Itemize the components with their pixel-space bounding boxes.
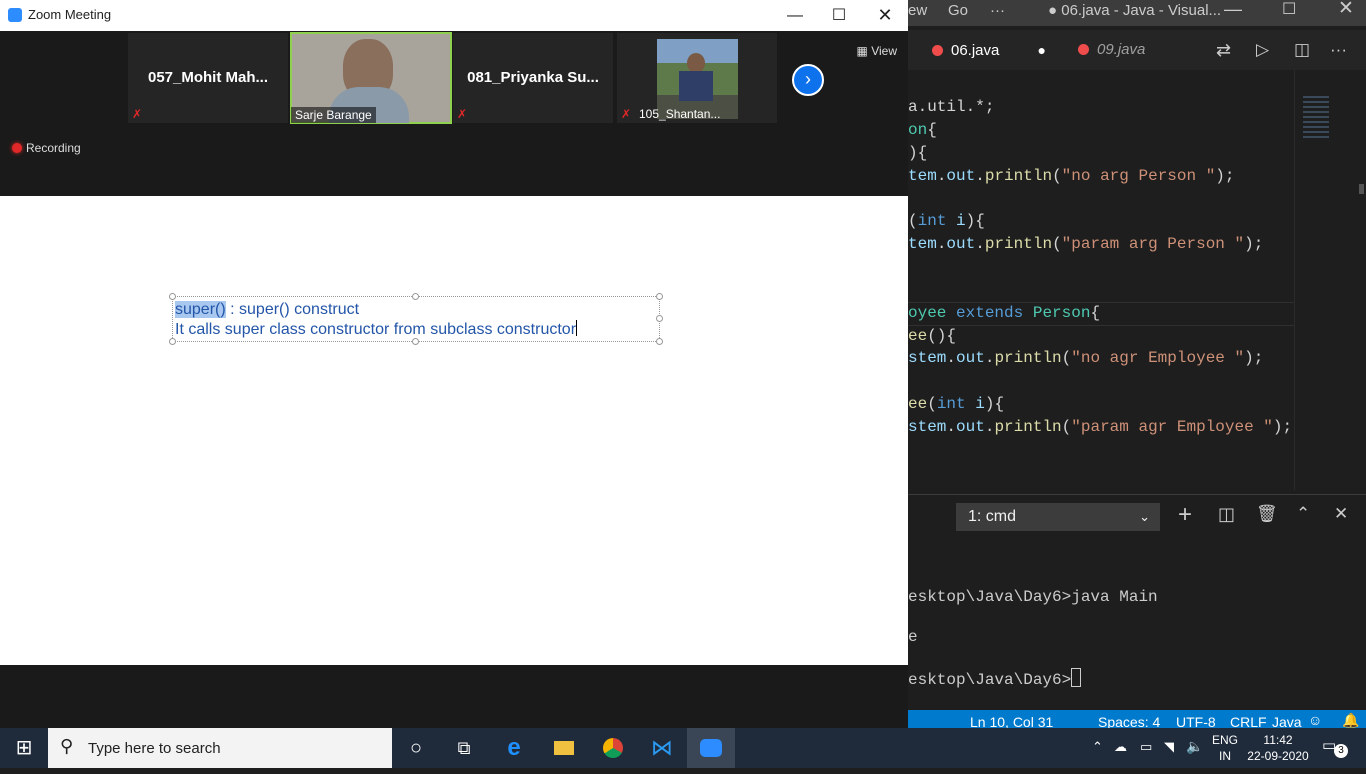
menu-go[interactable]: Go <box>948 2 968 19</box>
windows-taskbar: ⊞ ⚲ Type here to search ○ ⧉ e ⋈ ⌃ ☁ ▭ ◥ … <box>0 728 1366 768</box>
wifi-icon[interactable]: ◥ <box>1164 739 1174 755</box>
vscode-icon[interactable]: ⋈ <box>638 728 686 768</box>
tab-06-java[interactable]: 06.java ● <box>932 30 1046 70</box>
zoom-app-icon[interactable] <box>687 728 735 768</box>
resize-handle[interactable] <box>656 293 663 300</box>
terminal-cursor <box>1071 668 1082 687</box>
notification-count: 3 <box>1334 744 1348 758</box>
active-speaker-tile[interactable]: Sarje Barange <box>290 32 452 124</box>
participant-tile[interactable]: ✗ 105_Shantan... <box>617 33 777 123</box>
volume-icon[interactable]: 🔈 <box>1186 738 1203 755</box>
maximize-button[interactable]: ☐ <box>816 0 862 31</box>
text-cursor <box>576 320 578 336</box>
zoom-window: Zoom Meeting — ☐ ✕ 057_Mohit Mah... ✗ Sa… <box>0 0 908 728</box>
window-title: Zoom Meeting <box>28 7 112 22</box>
java-file-icon <box>1078 44 1089 55</box>
participant-tile[interactable]: 057_Mohit Mah... ✗ <box>128 33 288 123</box>
status-encoding[interactable]: UTF-8 <box>1176 714 1216 728</box>
terminal-line: e <box>908 628 918 646</box>
taskbar-search[interactable]: ⚲ Type here to search <box>48 728 392 768</box>
compare-changes-icon[interactable]: ⇄ <box>1216 30 1231 70</box>
mic-muted-icon: ✗ <box>457 107 468 121</box>
vscode-titlebar: ew Go ··· ● 06.java - Java - Visual... —… <box>908 0 1366 26</box>
zoom-toolbar-area <box>0 665 908 728</box>
editor-tab-bar: 06.java ● 09.java ⇄ ▷ ◫ ··· <box>908 30 1366 70</box>
status-spaces[interactable]: Spaces: 4 <box>1098 714 1160 728</box>
view-button[interactable]: ▦ View <box>845 39 897 63</box>
chevron-down-icon: ⌄ <box>1139 509 1150 524</box>
terminal[interactable]: esktop\Java\Day6>java Main e esktop\Java… <box>908 538 1366 710</box>
status-bar: Ln 10, Col 31 Spaces: 4 UTF-8 CRLF Java … <box>908 710 1366 728</box>
chrome-icon[interactable] <box>589 728 637 768</box>
resize-handle[interactable] <box>656 338 663 345</box>
resize-handle[interactable] <box>169 293 176 300</box>
edge-icon[interactable]: e <box>490 728 538 768</box>
gallery-view-icon: ▦ <box>856 44 868 58</box>
recording-indicator[interactable]: Recording <box>12 141 81 155</box>
code-editor[interactable]: a.util.*; on{ ){ tem.out.println("no arg… <box>908 70 1294 490</box>
zoom-logo-icon <box>8 8 22 22</box>
vscode-close-button[interactable]: ✕ <box>1338 0 1354 20</box>
search-icon: ⚲ <box>60 736 74 756</box>
feedback-icon[interactable]: ☺ <box>1308 712 1322 728</box>
minimize-button[interactable]: — <box>772 0 818 31</box>
close-panel-icon[interactable]: ✕ <box>1334 504 1348 524</box>
language-indicator[interactable]: ENG IN <box>1208 732 1242 764</box>
status-eol[interactable]: CRLF <box>1230 714 1267 728</box>
trash-icon[interactable]: 🗑 <box>1256 504 1278 524</box>
windows-start-icon[interactable]: ⊞ <box>0 728 48 768</box>
terminal-line: esktop\Java\Day6> <box>908 668 1082 689</box>
cortana-icon[interactable]: ○ <box>392 728 440 768</box>
zoom-titlebar: Zoom Meeting — ☐ ✕ <box>0 0 908 32</box>
vscode-maximize-button[interactable]: ☐ <box>1282 0 1296 19</box>
vscode-window: ew Go ··· ● 06.java - Java - Visual... —… <box>908 0 1366 728</box>
notification-center-icon[interactable]: ▭ 3 <box>1322 736 1348 758</box>
status-position[interactable]: Ln 10, Col 31 <box>970 714 1053 728</box>
next-page-button[interactable]: › <box>792 64 824 96</box>
clock[interactable]: 11:42 22-09-2020 <box>1246 732 1310 764</box>
text-box[interactable]: super() : super() construct It calls sup… <box>169 293 663 345</box>
record-dot-icon <box>12 143 22 153</box>
bell-icon[interactable]: 🔔 <box>1342 712 1359 728</box>
new-terminal-icon[interactable]: + <box>1178 501 1192 529</box>
menu-view[interactable]: ew <box>908 2 927 19</box>
close-button[interactable]: ✕ <box>862 0 908 31</box>
shared-whiteboard[interactable]: super() : super() construct It calls sup… <box>0 196 908 665</box>
show-hidden-icons[interactable]: ⌃ <box>1092 739 1103 755</box>
split-terminal-icon[interactable]: ◫ <box>1218 504 1235 525</box>
whiteboard-line-1: super() : super() construct <box>175 301 360 318</box>
split-editor-icon[interactable]: ◫ <box>1294 30 1310 70</box>
search-placeholder: Type here to search <box>88 740 221 757</box>
cloud-icon[interactable]: ☁ <box>1114 739 1127 755</box>
selected-text: super() <box>175 301 226 318</box>
mic-muted-icon: ✗ <box>621 107 632 121</box>
resize-handle[interactable] <box>412 338 419 345</box>
file-explorer-icon[interactable] <box>540 728 588 768</box>
mic-muted-icon: ✗ <box>132 107 143 121</box>
participant-name: Sarje Barange <box>291 107 376 123</box>
vscode-minimize-button[interactable]: — <box>1224 0 1242 20</box>
resize-handle[interactable] <box>656 315 663 322</box>
unsaved-dot-icon[interactable]: ● <box>1038 42 1046 58</box>
participant-tile[interactable]: 081_Priyanka Su... ✗ <box>453 33 613 123</box>
resize-handle[interactable] <box>169 338 176 345</box>
status-language[interactable]: Java <box>1272 714 1302 728</box>
more-actions-icon[interactable]: ··· <box>1330 30 1347 70</box>
resize-handle[interactable] <box>412 293 419 300</box>
task-view-icon[interactable]: ⧉ <box>440 728 488 768</box>
java-file-icon <box>932 45 943 56</box>
menu-more[interactable]: ··· <box>990 2 1005 19</box>
battery-icon[interactable]: ▭ <box>1140 739 1152 755</box>
minimap[interactable] <box>1294 70 1366 490</box>
terminal-line: esktop\Java\Day6>java Main <box>908 588 1158 606</box>
terminal-select[interactable]: 1: cmd ⌄ <box>956 503 1160 531</box>
vscode-title: ● 06.java - Java - Visual... <box>1048 2 1222 19</box>
participant-gallery: 057_Mohit Mah... ✗ Sarje Barange 081_Pri… <box>0 31 908 196</box>
terminal-panel-header: 1: cmd ⌄ + ◫ 🗑 ⌃ ✕ <box>908 494 1366 539</box>
run-icon[interactable]: ▷ <box>1256 30 1269 70</box>
chevron-up-icon[interactable]: ⌃ <box>1296 504 1310 524</box>
participant-name: 105_Shantan... <box>639 107 721 121</box>
whiteboard-line-2: It calls super class constructor from su… <box>175 320 578 338</box>
tab-09-java[interactable]: 09.java <box>1078 30 1145 70</box>
